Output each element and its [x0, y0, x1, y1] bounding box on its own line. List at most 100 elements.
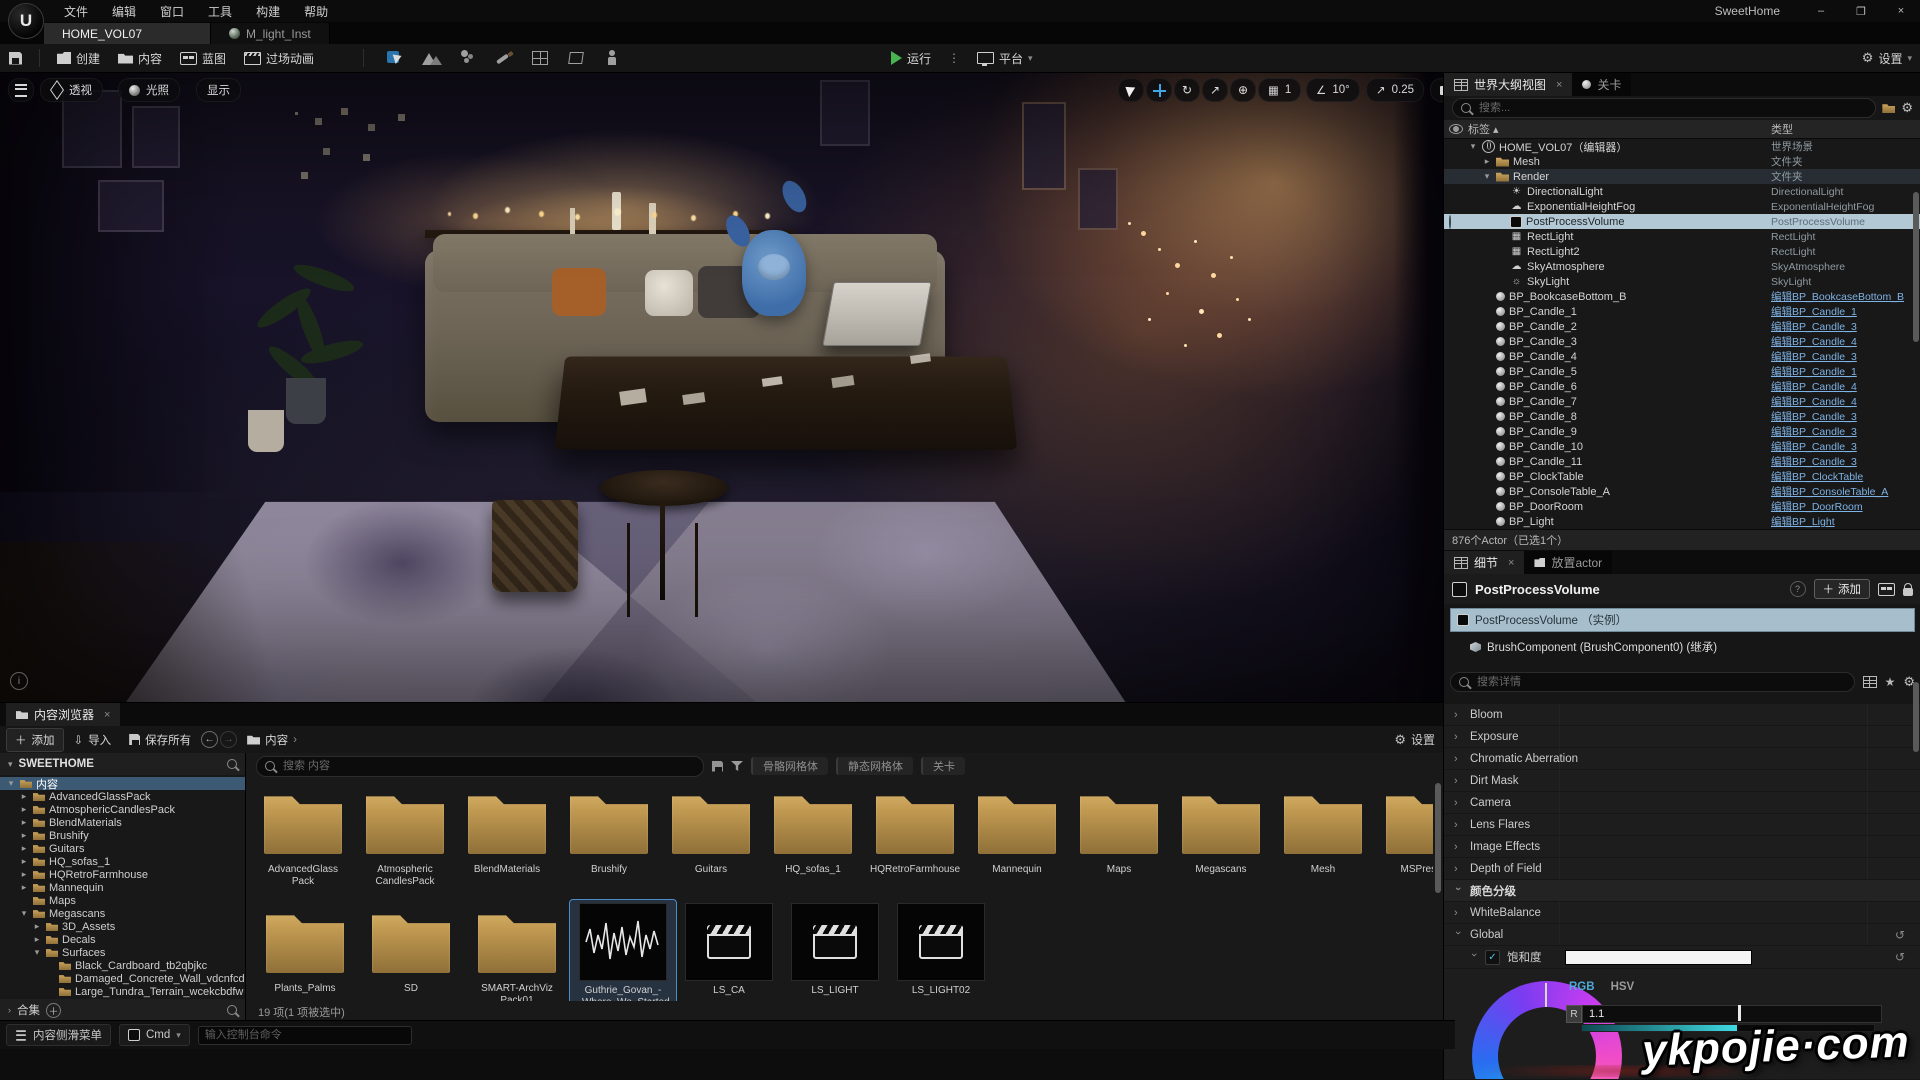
cb-tree-item[interactable]: ▸HQRetroFarmhouse: [0, 868, 245, 881]
asset-tile[interactable]: LS_CA: [676, 900, 782, 1001]
cb-tree-item[interactable]: Damaged_Concrete_Wall_vdcnfcd: [0, 972, 245, 985]
scale-snap-button[interactable]: ↗0.25: [1366, 78, 1424, 102]
component-row-brush[interactable]: BrushComponent (BrushComponent0) (继承): [1450, 636, 1915, 658]
menu-item-1[interactable]: 编辑: [100, 0, 148, 23]
outliner-search-input[interactable]: [1477, 101, 1867, 115]
expander-icon[interactable]: ▸: [19, 804, 29, 815]
section-white-balance[interactable]: › WhiteBalance: [1444, 902, 1920, 923]
mesh-paint-mode-icon[interactable]: [494, 49, 514, 67]
create-button[interactable]: 创建: [48, 46, 109, 70]
filter-icon[interactable]: [731, 761, 743, 771]
outliner-row[interactable]: ☁ExponentialHeightFogExponentialHeightFo…: [1444, 199, 1920, 214]
save-all-button[interactable]: [0, 46, 31, 70]
details-section-depth-of-field[interactable]: ›Depth of Field: [1444, 858, 1920, 879]
details-section-bloom[interactable]: ›Bloom: [1444, 704, 1920, 725]
add-component-button[interactable]: ＋ 添加: [1814, 579, 1871, 599]
reset-to-default-icon[interactable]: ↺: [1895, 950, 1911, 964]
outliner-row[interactable]: BP_Candle_11编辑BP_Candle_3: [1444, 454, 1920, 469]
details-section-chromatic-aberration[interactable]: ›Chromatic Aberration: [1444, 748, 1920, 769]
viewport-lit-button[interactable]: 光照: [118, 78, 180, 102]
grid-snap-button[interactable]: ▦1: [1258, 78, 1301, 102]
tab-home-vol07[interactable]: HOME_VOL07: [44, 23, 211, 44]
expander-icon[interactable]: ▸: [32, 934, 42, 945]
filter-chip-2[interactable]: 关卡: [921, 757, 965, 775]
asset-tile[interactable]: Plants_Palms: [252, 900, 358, 1001]
move-tool-button[interactable]: [1146, 78, 1172, 102]
cb-tree-item[interactable]: Large_Tundra_Terrain_wcekcbdfw: [0, 985, 245, 998]
cmd-selector[interactable]: Cmd▾: [119, 1024, 190, 1046]
cb-tree-item[interactable]: ▸Mannequin: [0, 881, 245, 894]
details-section-image-effects[interactable]: ›Image Effects: [1444, 836, 1920, 857]
saturation-checkbox[interactable]: ✓: [1485, 950, 1500, 965]
expander-icon[interactable]: ▸: [32, 921, 42, 932]
cinematics-button[interactable]: 过场动画: [235, 46, 323, 70]
outliner-row[interactable]: ☼SkyLightSkyLight: [1444, 274, 1920, 289]
viewport-perspective-button[interactable]: 透视: [40, 78, 103, 102]
expander-icon[interactable]: ▸: [19, 882, 29, 893]
play-button[interactable]: 运行: [882, 46, 940, 70]
display-options-icon[interactable]: [1863, 676, 1877, 688]
filter-chip-0[interactable]: 骨骼网格体: [751, 757, 828, 775]
visibility-toggle[interactable]: [1444, 216, 1468, 228]
cb-tree-item[interactable]: ▸3D_Assets: [0, 920, 245, 933]
rotate-tool-button[interactable]: ↻: [1174, 78, 1200, 102]
viewport-show-button[interactable]: 显示: [196, 78, 241, 102]
save-search-icon[interactable]: [712, 761, 723, 772]
cb-tree-item[interactable]: Black_Cardboard_tb2qbjkc: [0, 959, 245, 972]
cb-tree-item[interactable]: ▸Brushify: [0, 829, 245, 842]
outliner-row[interactable]: ▦RectLightRectLight: [1444, 229, 1920, 244]
select-mode-icon[interactable]: [386, 49, 406, 67]
tab-place-actor[interactable]: 放置actor: [1524, 551, 1612, 574]
asset-tile[interactable]: Atmospheric CandlesPack: [354, 781, 456, 890]
content-drawer-button[interactable]: 内容侧滑菜单: [6, 1024, 111, 1046]
asset-tile[interactable]: Mannequin: [966, 781, 1068, 890]
cb-tree-item[interactable]: ▾Surfaces: [0, 946, 245, 959]
edit-blueprint-link[interactable]: 编辑BP_Candle_3: [1771, 439, 1920, 454]
menu-item-0[interactable]: 文件: [52, 0, 100, 23]
expander-icon[interactable]: ▾: [1482, 171, 1492, 182]
select-tool-button[interactable]: [1118, 78, 1144, 102]
details-section-lens-flares[interactable]: ›Lens Flares: [1444, 814, 1920, 835]
unreal-logo-icon[interactable]: U: [8, 3, 44, 39]
asset-tile[interactable]: Megascans: [1170, 781, 1272, 890]
close-tab-icon[interactable]: ×: [1508, 557, 1514, 569]
cb-tree-item[interactable]: ▸HQ_sofas_1: [0, 855, 245, 868]
menu-item-5[interactable]: 帮助: [292, 0, 340, 23]
outliner-row[interactable]: BP_Candle_7编辑BP_Candle_4: [1444, 394, 1920, 409]
outliner-row[interactable]: BP_Candle_9编辑BP_Candle_3: [1444, 424, 1920, 439]
reset-to-default-icon[interactable]: ↺: [1895, 928, 1911, 942]
outliner-settings-icon[interactable]: ⚙: [1901, 100, 1913, 116]
expander-icon[interactable]: ▾: [1468, 141, 1478, 152]
back-icon[interactable]: ←: [201, 731, 218, 748]
outliner-row[interactable]: BP_DoorRoom编辑BP_DoorRoom: [1444, 499, 1920, 514]
close-button[interactable]: ×: [1888, 3, 1914, 19]
outliner-row[interactable]: ☀DirectionalLightDirectionalLight: [1444, 184, 1920, 199]
slider-handle[interactable]: [1738, 1005, 1741, 1021]
asset-tile[interactable]: Mesh: [1272, 781, 1374, 890]
expander-icon[interactable]: ▸: [19, 869, 29, 880]
edit-blueprint-link[interactable]: 编辑BP_ConsoleTable_A: [1771, 484, 1920, 499]
viewport-info-icon[interactable]: i: [10, 672, 28, 690]
minimize-button[interactable]: –: [1808, 3, 1834, 19]
search-icon[interactable]: [227, 759, 237, 769]
hsv-tab[interactable]: HSV: [1611, 981, 1635, 993]
help-icon[interactable]: ?: [1790, 581, 1806, 597]
fracture-mode-icon[interactable]: [566, 49, 586, 67]
edit-blueprint-link[interactable]: 编辑BP_Candle_3: [1771, 454, 1920, 469]
tab-levels[interactable]: 关卡: [1572, 73, 1631, 96]
cb-settings-button[interactable]: ⚙设置: [1394, 731, 1435, 748]
cb-collections[interactable]: › 合集 ＋: [0, 999, 245, 1021]
content-button[interactable]: 内容: [109, 46, 171, 70]
menu-item-2[interactable]: 窗口: [148, 0, 196, 23]
cb-search[interactable]: [256, 756, 704, 777]
outliner-row[interactable]: ▾HOME_VOL07（编辑器）世界场景: [1444, 139, 1920, 154]
edit-blueprint-link[interactable]: 编辑BP_Candle_3: [1771, 349, 1920, 364]
asset-tile[interactable]: LS_LIGHT02: [888, 900, 994, 1001]
expander-icon[interactable]: ▸: [19, 817, 29, 828]
blueprint-button[interactable]: 蓝图: [171, 46, 235, 70]
outliner-row[interactable]: ▦RectLight2RectLight: [1444, 244, 1920, 259]
cb-tree-item[interactable]: ▸Guitars: [0, 842, 245, 855]
cb-tree-item[interactable]: ▸AdvancedGlassPack: [0, 790, 245, 803]
saturation-color-bar[interactable]: [1565, 950, 1752, 965]
edit-blueprint-link[interactable]: 编辑BP_Light: [1771, 514, 1920, 529]
